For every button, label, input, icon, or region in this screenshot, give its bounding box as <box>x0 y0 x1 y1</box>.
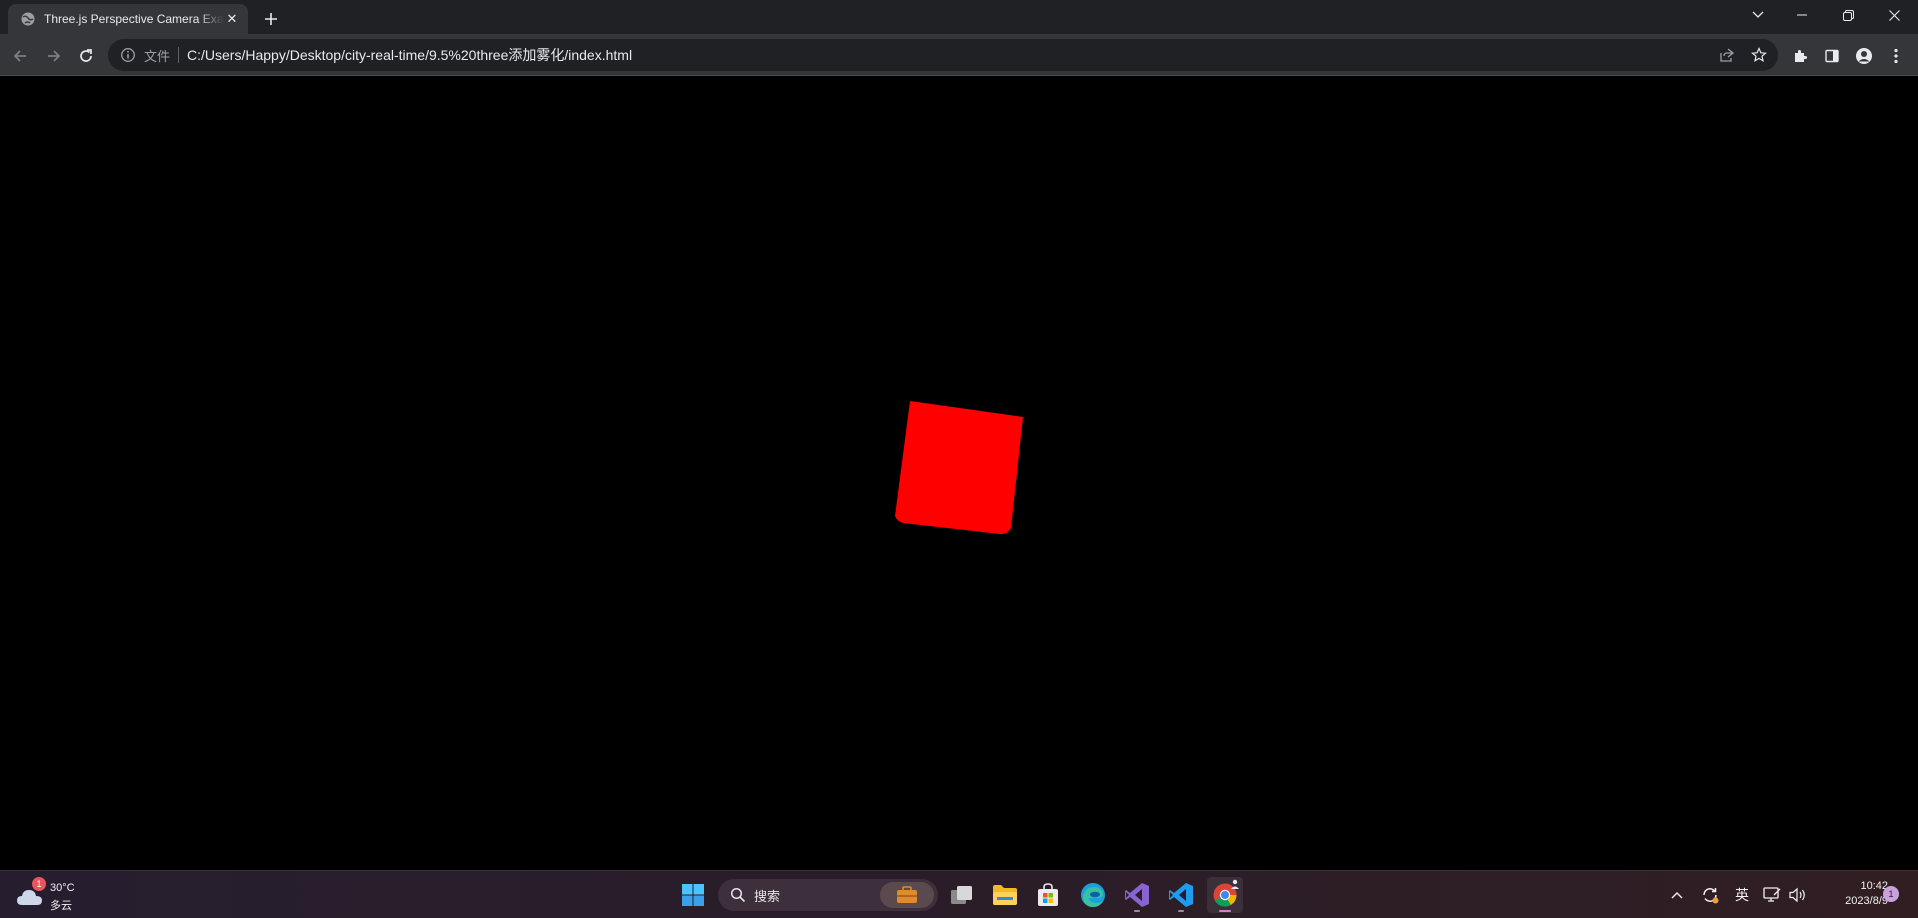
tab-search-button[interactable] <box>1736 0 1780 30</box>
arrow-left-icon <box>13 50 26 62</box>
search-highlight[interactable] <box>880 882 934 908</box>
sync-tray-button[interactable] <box>1698 877 1722 913</box>
profile-button[interactable] <box>1850 42 1878 70</box>
profile-badge-icon <box>1231 879 1239 889</box>
vscode-button[interactable] <box>1163 877 1199 913</box>
chevron-down-icon <box>1752 11 1764 18</box>
tab-title: Three.js Perspective Camera Example <box>44 12 224 26</box>
speaker-icon <box>1789 887 1805 903</box>
back-button[interactable] <box>6 42 34 70</box>
forward-button[interactable] <box>40 42 68 70</box>
tab-strip: Three.js Perspective Camera Example ✕ <box>0 0 1918 34</box>
running-indicator <box>1134 910 1140 912</box>
input-method-button[interactable]: 英 <box>1730 877 1754 913</box>
browser-toolbar: 文件 C:/Users/Happy/Desktop/city-real-time… <box>0 34 1918 76</box>
file-explorer-button[interactable] <box>987 877 1023 913</box>
menu-button[interactable] <box>1882 42 1910 70</box>
side-panel-icon <box>1825 49 1839 63</box>
omnibox-divider <box>178 47 180 63</box>
sync-icon <box>1703 888 1719 904</box>
clock-date: 2023/8/9 <box>1845 895 1888 907</box>
weather-temp: 30°C <box>50 882 75 894</box>
volume-button[interactable] <box>1786 877 1810 913</box>
vscode-icon <box>1169 883 1193 907</box>
running-indicator <box>1219 910 1231 912</box>
star-icon <box>1751 47 1767 63</box>
clock-time: 10:42 <box>1860 880 1888 892</box>
windows-icon <box>682 884 704 906</box>
taskbar: 1 30°C 多云 搜索 英 10:42 2023/8/9 1 <box>0 870 1918 918</box>
store-icon <box>1038 883 1058 906</box>
running-indicator <box>1178 910 1184 912</box>
share-button[interactable] <box>1714 42 1740 68</box>
show-hidden-icons-button[interactable] <box>1666 877 1688 913</box>
network-icon <box>1763 887 1781 902</box>
edge-icon <box>1081 883 1105 907</box>
folder-icon <box>993 885 1017 905</box>
browser-tab[interactable]: Three.js Perspective Camera Example ✕ <box>8 4 248 34</box>
restore-icon <box>1842 9 1854 21</box>
address-bar[interactable]: 文件 C:/Users/Happy/Desktop/city-real-time… <box>108 39 1778 71</box>
three-canvas[interactable] <box>0 76 1918 870</box>
clock[interactable]: 10:42 2023/8/9 <box>1808 879 1888 909</box>
arrow-right-icon <box>48 50 61 62</box>
side-panel-button[interactable] <box>1818 42 1846 70</box>
task-view-icon <box>951 886 972 904</box>
search-label: 搜索 <box>754 888 781 904</box>
profile-icon <box>1856 48 1872 64</box>
globe-icon <box>21 12 35 26</box>
reload-icon <box>80 49 92 62</box>
more-vert-icon <box>1894 48 1898 64</box>
chevron-up-icon <box>1671 892 1683 899</box>
minimize-button[interactable] <box>1780 0 1824 30</box>
cube-svg <box>895 401 1023 535</box>
restore-button[interactable] <box>1826 0 1870 30</box>
notification-badge[interactable]: 1 <box>1883 886 1899 902</box>
weather-widget[interactable]: 1 30°C 多云 <box>16 877 96 913</box>
url-text[interactable]: C:/Users/Happy/Desktop/city-real-time/9.… <box>187 45 632 65</box>
taskbar-search[interactable]: 搜索 <box>718 879 938 911</box>
plus-icon <box>265 13 277 25</box>
share-icon <box>1720 48 1735 62</box>
briefcase-icon <box>897 886 917 903</box>
chrome-button[interactable] <box>1207 877 1243 913</box>
info-icon[interactable] <box>120 47 136 63</box>
new-tab-button[interactable] <box>258 6 284 32</box>
network-button[interactable] <box>1760 877 1784 913</box>
microsoft-store-button[interactable] <box>1030 877 1066 913</box>
close-icon <box>1888 9 1900 21</box>
scheme-label: 文件 <box>144 48 171 64</box>
extensions-button[interactable] <box>1786 42 1814 70</box>
visual-studio-button[interactable] <box>1119 877 1155 913</box>
start-button[interactable] <box>675 877 711 913</box>
minimize-icon <box>1797 14 1807 16</box>
bookmark-button[interactable] <box>1746 42 1772 68</box>
search-icon <box>730 887 746 903</box>
visual-studio-icon <box>1125 883 1149 907</box>
close-window-button[interactable] <box>1872 0 1916 30</box>
weather-badge: 1 <box>32 877 46 891</box>
reload-button[interactable] <box>72 42 100 70</box>
puzzle-icon <box>1795 50 1807 62</box>
task-view-button[interactable] <box>944 877 980 913</box>
close-tab-icon[interactable]: ✕ <box>224 11 240 27</box>
red-cube <box>895 401 1023 535</box>
weather-condition: 多云 <box>50 900 72 912</box>
edge-button[interactable] <box>1075 877 1111 913</box>
